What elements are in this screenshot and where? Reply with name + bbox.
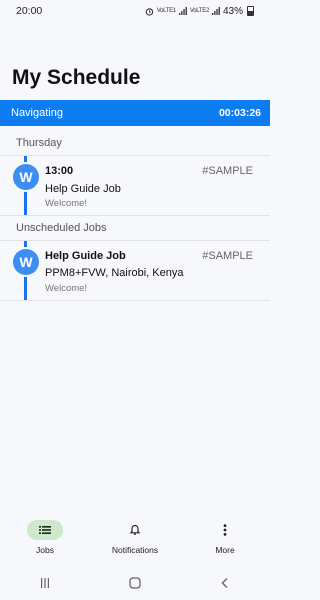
- signal-2-label: VoLTE2: [189, 8, 209, 14]
- list-icon: [39, 526, 51, 534]
- nav-icon-container: [117, 520, 153, 540]
- nav-label-notifications: Notifications: [111, 545, 159, 555]
- section-header-label: Thursday: [16, 137, 62, 149]
- signal-1-icon: [178, 7, 187, 15]
- signal-1-label: VoLTE1: [156, 8, 176, 14]
- nav-item-jobs[interactable]: Jobs: [0, 510, 90, 555]
- job-avatar: W: [13, 249, 39, 275]
- job-tag: #SAMPLE: [202, 165, 253, 177]
- nav-active-pill: [27, 520, 63, 540]
- section-header-unscheduled: Unscheduled Jobs: [0, 214, 270, 242]
- bell-icon: [129, 524, 141, 535]
- job-message: Welcome!: [45, 198, 88, 209]
- system-navigation-bar: [0, 566, 270, 600]
- nav-item-more[interactable]: More: [180, 510, 270, 555]
- navigating-timer: 00:03:26: [218, 107, 261, 119]
- battery-icon: [247, 6, 254, 16]
- job-location: PPM8+FVW, Nairobi, Kenya: [45, 267, 184, 279]
- navigating-bar[interactable]: Navigating 00:03:26: [0, 100, 270, 126]
- job-card-unscheduled[interactable]: W Help Guide Job #SAMPLE PPM8+FVW, Nairo…: [0, 240, 270, 301]
- status-time: 20:00: [16, 5, 43, 17]
- job-message: Welcome!: [45, 283, 88, 294]
- back-button[interactable]: [195, 577, 255, 589]
- job-time: 13:00: [45, 165, 74, 177]
- more-vertical-icon: [223, 524, 227, 536]
- nav-item-notifications[interactable]: Notifications: [90, 510, 180, 555]
- nav-icon-container: [207, 520, 243, 540]
- nav-label-more: More: [215, 545, 235, 555]
- section-header-label: Unscheduled Jobs: [16, 222, 107, 234]
- home-icon: [129, 577, 141, 589]
- job-title: Help Guide Job: [45, 250, 126, 262]
- job-tag: #SAMPLE: [202, 250, 253, 262]
- nav-label-jobs: Jobs: [36, 545, 54, 555]
- home-button[interactable]: [105, 577, 165, 589]
- bottom-navigation: Jobs Notifications More: [0, 510, 270, 565]
- navigating-label: Navigating: [11, 107, 63, 119]
- section-header-thursday: Thursday: [0, 129, 270, 157]
- signal-2-icon: [211, 7, 220, 15]
- job-card-scheduled[interactable]: W 13:00 #SAMPLE Help Guide Job Welcome!: [0, 155, 270, 216]
- page-title: My Schedule: [12, 66, 141, 89]
- back-icon: [221, 578, 228, 588]
- alarm-icon: [145, 7, 153, 16]
- battery-percent: 43%: [222, 5, 243, 17]
- job-title: Help Guide Job: [45, 183, 121, 195]
- status-icons: VoLTE1 VoLTE2 43%: [145, 6, 254, 17]
- recents-icon: [41, 578, 49, 588]
- recents-button[interactable]: [15, 577, 75, 589]
- status-bar: 20:00 VoLTE1 VoLTE2 43%: [0, 0, 270, 22]
- job-avatar: W: [13, 164, 39, 190]
